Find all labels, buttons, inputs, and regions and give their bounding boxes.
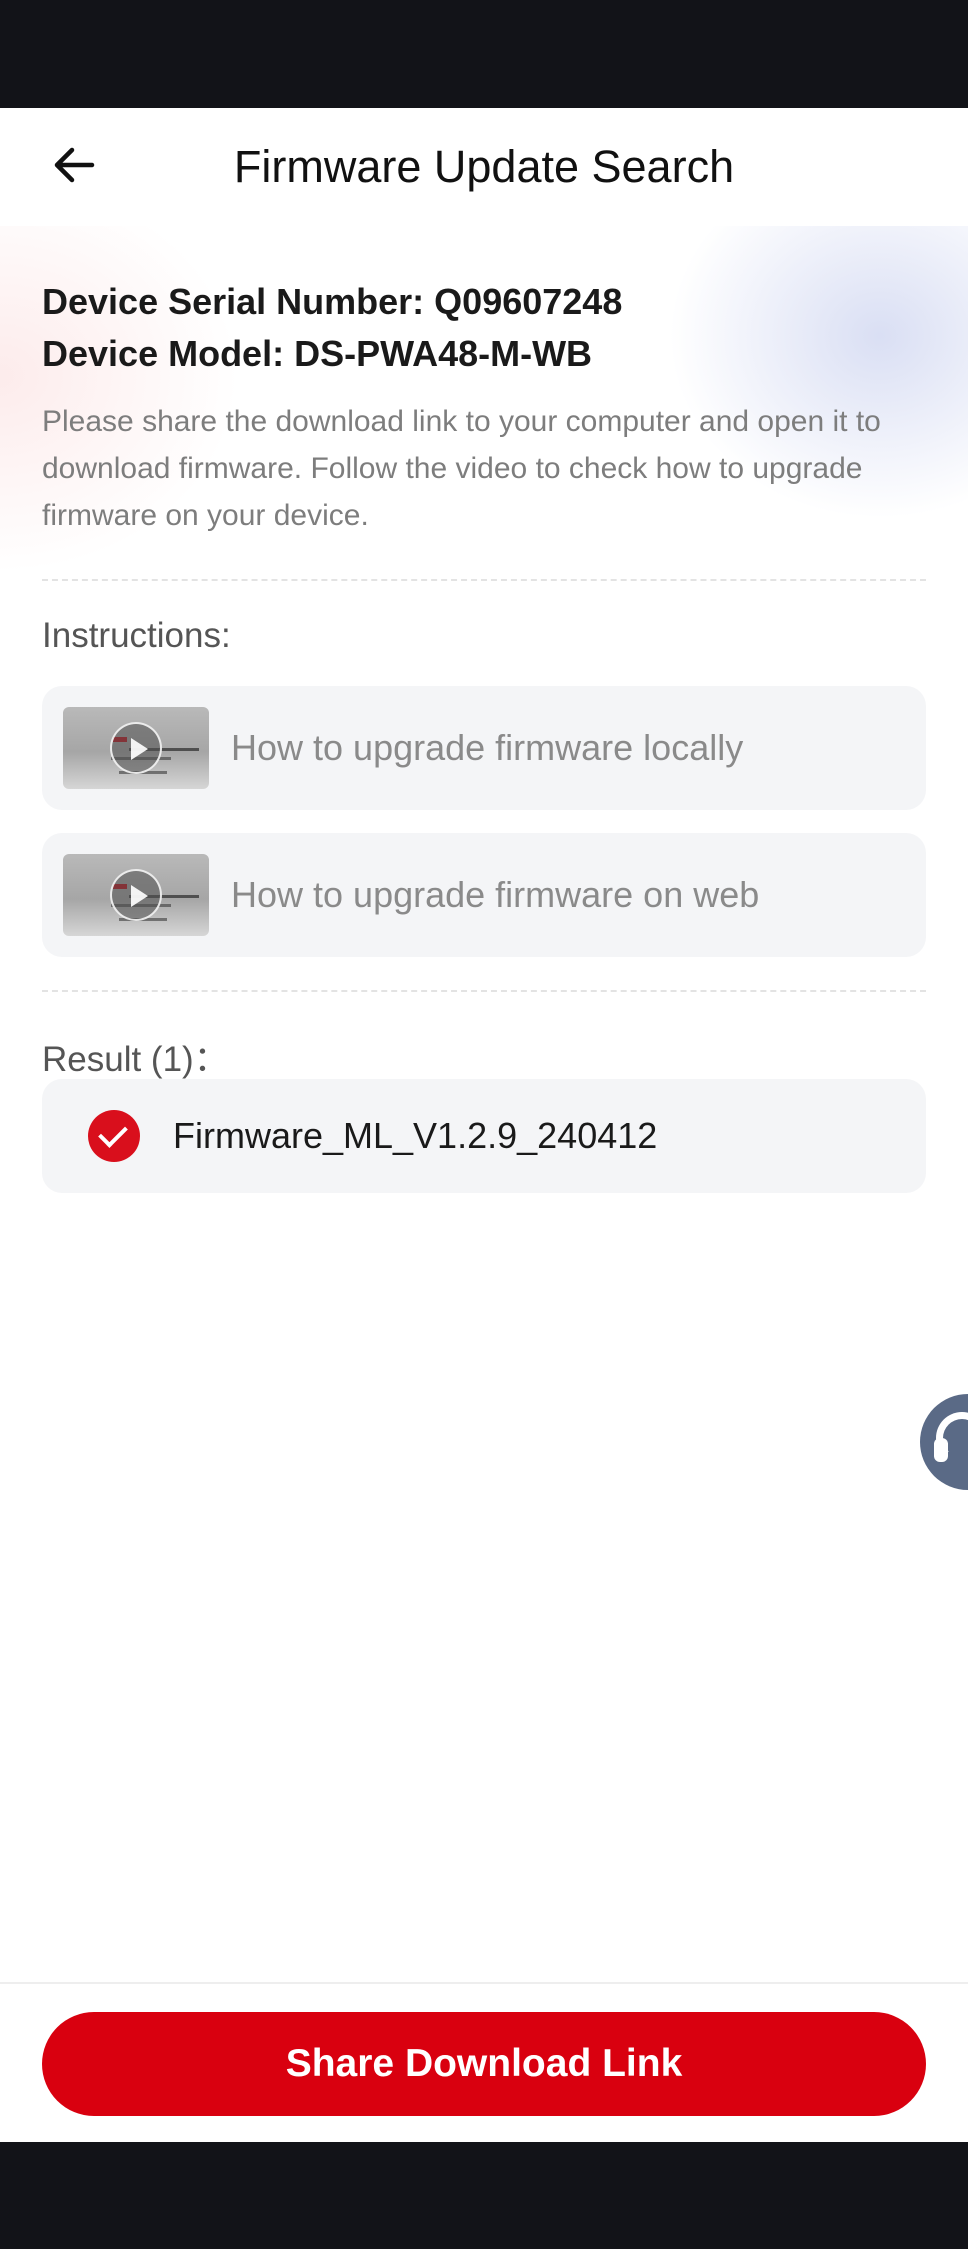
header-bar: Firmware Update Search: [0, 108, 968, 226]
back-button[interactable]: [36, 132, 112, 202]
video-label: How to upgrade firmware locally: [231, 727, 744, 768]
video-item-upgrade-web[interactable]: How to upgrade firmware on web: [42, 833, 926, 957]
main-content: Device Serial Number: Q09607248 Device M…: [0, 226, 968, 1982]
result-item[interactable]: Firmware_ML_V1.2.9_240412: [42, 1079, 926, 1193]
video-item-upgrade-locally[interactable]: How to upgrade firmware locally: [42, 686, 926, 810]
share-download-link-button[interactable]: Share Download Link: [42, 2012, 926, 2116]
video-thumbnail: [63, 854, 209, 936]
play-icon: [110, 869, 162, 921]
device-model: Device Model: DS-PWA48-M-WB: [42, 333, 593, 374]
play-icon: [110, 722, 162, 774]
divider: [42, 990, 926, 992]
device-info: Device Serial Number: Q09607248 Device M…: [42, 276, 928, 539]
firmware-name: Firmware_ML_V1.2.9_240412: [173, 1115, 658, 1156]
device-description: Please share the download link to your c…: [42, 405, 881, 532]
instructions-label: Instructions:: [42, 616, 231, 655]
arrow-left-icon: [50, 141, 98, 194]
result-label: Result (1)：: [42, 1040, 229, 1079]
check-circle-icon[interactable]: [88, 1110, 140, 1162]
video-thumbnail: [63, 707, 209, 789]
bottom-action-bar: Share Download Link: [0, 1982, 968, 2142]
video-label: How to upgrade firmware on web: [231, 874, 760, 915]
page-title: Firmware Update Search: [233, 141, 735, 192]
device-serial-number: Device Serial Number: Q09607248: [42, 281, 623, 322]
divider: [42, 579, 926, 581]
status-bar: [0, 0, 968, 108]
system-nav-bar: [0, 2142, 968, 2249]
